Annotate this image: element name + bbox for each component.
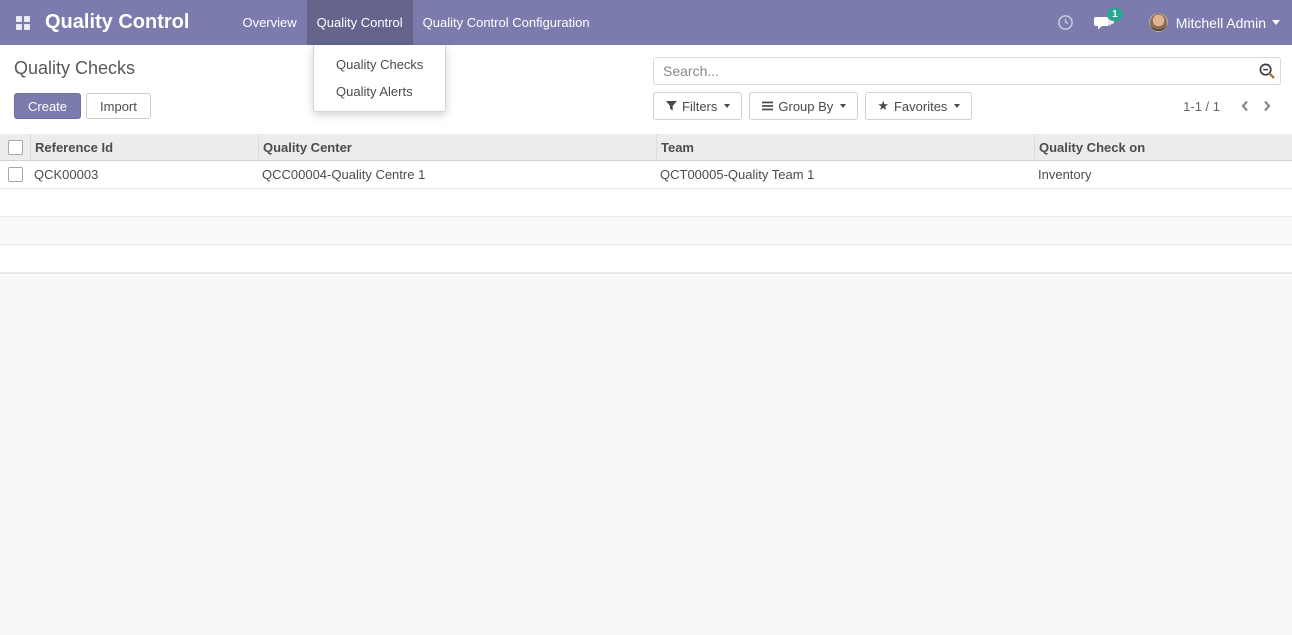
import-button[interactable]: Import — [86, 93, 151, 119]
control-panel: Quality Checks Create Import Filters — [0, 45, 1292, 134]
top-navbar: Quality Control Overview Quality Control… — [0, 0, 1292, 45]
content-background — [0, 274, 1292, 635]
chevron-down-icon — [954, 104, 961, 108]
app-window: Quality Control Overview Quality Control… — [0, 0, 1292, 635]
funnel-icon — [665, 100, 678, 112]
dropdown-item-quality-checks[interactable]: Quality Checks — [314, 51, 445, 78]
cell-team[interactable]: QCT00005-Quality Team 1 — [656, 167, 1034, 182]
dropdown-item-quality-alerts[interactable]: Quality Alerts — [314, 78, 445, 105]
pager-previous-button[interactable] — [1234, 92, 1256, 120]
create-button[interactable]: Create — [14, 93, 82, 119]
action-buttons: Create Import — [14, 93, 151, 119]
nav-item-quality-control[interactable]: Quality Control — [306, 0, 413, 45]
quality-checks-list-view: Reference Id Quality Center Team Quality… — [0, 134, 1292, 278]
messaging-menu-button[interactable]: 1 — [1087, 0, 1123, 45]
cell-quality-check-on[interactable]: Inventory — [1034, 167, 1292, 182]
pager-range-label: 1-1 / 1 — [1183, 98, 1220, 114]
navbar-systray: 1 Mitchell Admin — [1049, 0, 1292, 45]
chevron-down-icon — [724, 104, 731, 108]
pager: 1-1 / 1 — [1183, 92, 1278, 120]
search-input[interactable] — [653, 57, 1281, 85]
table-header-row: Reference Id Quality Center Team Quality… — [0, 134, 1292, 161]
empty-row — [0, 245, 1292, 273]
navbar-menu: Overview Quality Control Quality Control… — [232, 0, 599, 45]
search-bar — [653, 57, 1281, 85]
message-count-badge: 1 — [1107, 8, 1123, 21]
row-select-cell — [0, 167, 30, 182]
favorites-button[interactable]: ★ Favorites — [865, 92, 973, 120]
search-facet-buttons: Filters Group By ★ Favorites — [653, 92, 979, 120]
group-by-button[interactable]: Group By — [749, 92, 859, 120]
chevron-right-icon — [1264, 100, 1271, 112]
quality-control-dropdown-menu: Quality Checks Quality Alerts — [313, 45, 446, 112]
apps-grid-icon — [15, 15, 30, 30]
column-header-quality-center[interactable]: Quality Center — [258, 134, 656, 160]
chevron-down-icon — [840, 104, 847, 108]
app-brand-title[interactable]: Quality Control — [45, 11, 189, 34]
pager-next-button[interactable] — [1256, 92, 1278, 120]
cell-reference-id[interactable]: QCK00003 — [30, 167, 258, 182]
column-header-team[interactable]: Team — [656, 134, 1034, 160]
star-icon: ★ — [877, 98, 889, 113]
nav-item-overview[interactable]: Overview — [232, 0, 306, 45]
clock-icon — [1058, 15, 1074, 30]
search-magnifier-icon[interactable] — [1258, 62, 1276, 80]
bars-icon — [761, 100, 774, 112]
table-row[interactable]: QCK00003 QCC00004-Quality Centre 1 QCT00… — [0, 161, 1292, 189]
user-menu[interactable]: Mitchell Admin — [1148, 13, 1280, 32]
apps-menu-button[interactable] — [0, 0, 45, 45]
row-checkbox[interactable] — [7, 167, 23, 182]
chevron-down-icon — [1272, 20, 1280, 25]
chevron-left-icon — [1241, 100, 1248, 112]
empty-row — [0, 217, 1292, 245]
select-all-cell — [0, 134, 30, 160]
user-avatar — [1148, 13, 1168, 32]
user-name-label: Mitchell Admin — [1175, 14, 1266, 31]
filters-button[interactable]: Filters — [653, 92, 743, 120]
select-all-checkbox[interactable] — [7, 139, 23, 155]
column-header-reference-id[interactable]: Reference Id — [30, 134, 258, 160]
empty-row — [0, 189, 1292, 217]
activities-clock-icon[interactable] — [1049, 0, 1083, 45]
nav-item-quality-control-configuration[interactable]: Quality Control Configuration — [413, 0, 600, 45]
page-title: Quality Checks — [14, 58, 136, 78]
column-header-quality-check-on[interactable]: Quality Check on — [1034, 134, 1292, 160]
cell-quality-center[interactable]: QCC00004-Quality Centre 1 — [258, 167, 656, 182]
